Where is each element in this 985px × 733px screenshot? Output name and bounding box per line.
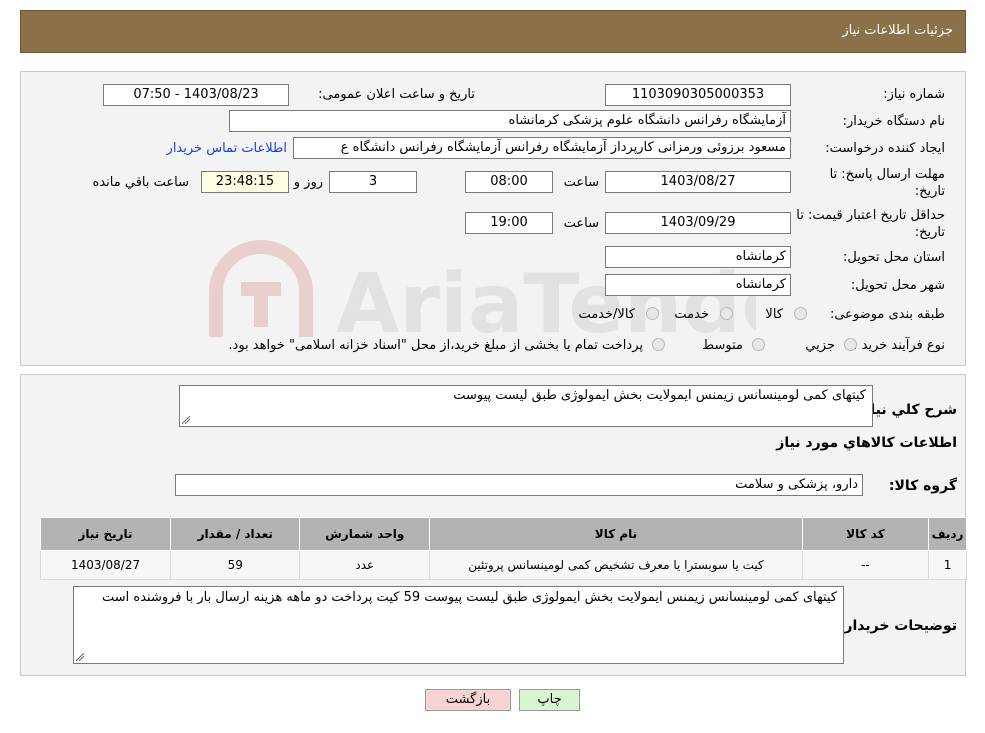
- page-header: جزئیات اطلاعات نیاز: [20, 10, 966, 53]
- category-option-service: خدمت: [674, 307, 709, 322]
- reply-time-field: 08:00: [465, 171, 553, 193]
- buyer-notes-text: کیتهای کمی لومینسانس زیمنس ایمولایت بخش …: [102, 590, 837, 605]
- category-radio-goods-service[interactable]: [646, 307, 659, 320]
- buyer-contact-link[interactable]: اطلاعات تماس خریدار: [167, 141, 287, 156]
- cell-need-date: 1403/08/27: [39, 550, 172, 580]
- buyer-notes-label: توضیحات خریدار:: [838, 618, 957, 634]
- category-radio-goods[interactable]: [794, 307, 807, 320]
- col-header-unit: واحد شمارش: [299, 517, 431, 551]
- category-option-goods-service: کالا/خدمت: [578, 307, 635, 322]
- reply-deadline-label: مهلت ارسال پاسخ: تا: [829, 167, 945, 182]
- col-header-goods-name: نام کالا: [429, 517, 803, 551]
- province-label: استان محل تحویل:: [843, 250, 945, 265]
- cell-quantity: 59: [170, 550, 301, 580]
- category-radio-service[interactable]: [720, 307, 733, 320]
- buyer-org-field: آزمایشگاه رفرانس دانشگاه علوم پزشکی کرما…: [229, 110, 791, 132]
- cell-goods-name: کیت یا سوبسترا یا معرف تشخیص کمی لومینسا…: [429, 550, 803, 580]
- announce-field: 1403/08/23 - 07:50: [103, 84, 289, 106]
- remaining-time-label: ساعت باقي مانده: [92, 175, 189, 190]
- process-option-minor: جزیي: [805, 338, 835, 353]
- need-number-field: 1103090305000353: [605, 84, 791, 106]
- announce-label: تاریخ و ساعت اعلان عمومی:: [318, 87, 475, 102]
- goods-group-field: دارو، پزشکی و سلامت: [175, 474, 863, 496]
- items-table-header-row: ردیف کد کالا نام کالا واحد شمارش تعداد /…: [39, 517, 967, 551]
- summary-panel: شرح کلي نیاز: کیتهای کمی لومینسانس زیمنس…: [20, 374, 967, 676]
- cell-goods-code: --: [801, 550, 930, 580]
- requester-field: مسعود برزوئی ورمزانی کارپرداز آزمایشگاه …: [293, 137, 791, 159]
- col-header-goods-code: کد کالا: [801, 517, 930, 551]
- process-option-medium: متوسط: [702, 338, 743, 353]
- validity-label: حداقل تاریخ اعتبار قیمت: تا: [796, 208, 945, 223]
- col-header-need-date: تاریخ نیاز: [39, 517, 172, 551]
- process-note: پرداخت تمام یا بخشی از مبلغ خرید،از محل …: [228, 338, 643, 353]
- description-textarea[interactable]: کیتهای کمی لومینسانس زیمنس ایمولایت بخش …: [179, 385, 873, 427]
- resize-grip-icon[interactable]: [76, 653, 84, 661]
- remaining-time-field: 23:48:15: [201, 171, 289, 193]
- print-button[interactable]: چاپ: [519, 689, 580, 711]
- reply-time-label: ساعت: [563, 175, 599, 190]
- col-header-quantity: تعداد / مقدار: [170, 517, 301, 551]
- reply-deadline-label-2: تاریخ:: [914, 184, 945, 199]
- items-table: ردیف کد کالا نام کالا واحد شمارش تعداد /…: [39, 517, 967, 580]
- validity-label-2: تاریخ:: [914, 225, 945, 240]
- province-field: کرمانشاه: [605, 246, 791, 268]
- table-row: 1 -- کیت یا سوبسترا یا معرف تشخیص کمی لو…: [39, 550, 967, 580]
- back-button[interactable]: بازگشت: [425, 689, 511, 711]
- city-label: شهر محل تحویل:: [850, 278, 945, 293]
- process-label: نوع فرآیند خرید :: [853, 338, 945, 353]
- process-radio-treasury[interactable]: [652, 338, 665, 351]
- buyer-org-label: نام دستگاه خریدار:: [842, 114, 945, 129]
- col-header-row-number: ردیف: [928, 517, 967, 551]
- category-label: طبقه بندی موضوعی:: [829, 307, 945, 322]
- page-title: جزئیات اطلاعات نیاز: [842, 23, 953, 38]
- goods-group-label: گروه کالا:: [888, 478, 957, 494]
- category-option-goods: کالا: [765, 307, 783, 322]
- validity-time-label: ساعت: [563, 216, 599, 231]
- need-number-label: شماره نیاز:: [883, 87, 945, 102]
- days-remaining-field: 3: [329, 171, 417, 193]
- cell-row-number: 1: [928, 550, 967, 580]
- city-field: کرمانشاه: [605, 274, 791, 296]
- validity-time-field: 19:00: [465, 212, 553, 234]
- validity-date-field: 1403/09/29: [605, 212, 791, 234]
- requester-label: ایجاد کننده درخواست:: [825, 141, 945, 156]
- resize-grip-icon[interactable]: [182, 416, 190, 424]
- process-radio-medium[interactable]: [752, 338, 765, 351]
- reply-date-field: 1403/08/27: [605, 171, 791, 193]
- days-label: روز و: [293, 175, 323, 190]
- buyer-notes-textarea[interactable]: کیتهای کمی لومینسانس زیمنس ایمولایت بخش …: [73, 586, 844, 664]
- details-panel: AriaTender.net شماره نیاز: 1103090305000…: [20, 71, 966, 366]
- process-radio-minor[interactable]: [844, 338, 857, 351]
- goods-info-title: اطلاعات کالاهاي مورد نیاز: [776, 435, 957, 451]
- cell-unit: عدد: [299, 550, 431, 580]
- description-text: کیتهای کمی لومینسانس زیمنس ایمولایت بخش …: [453, 388, 866, 403]
